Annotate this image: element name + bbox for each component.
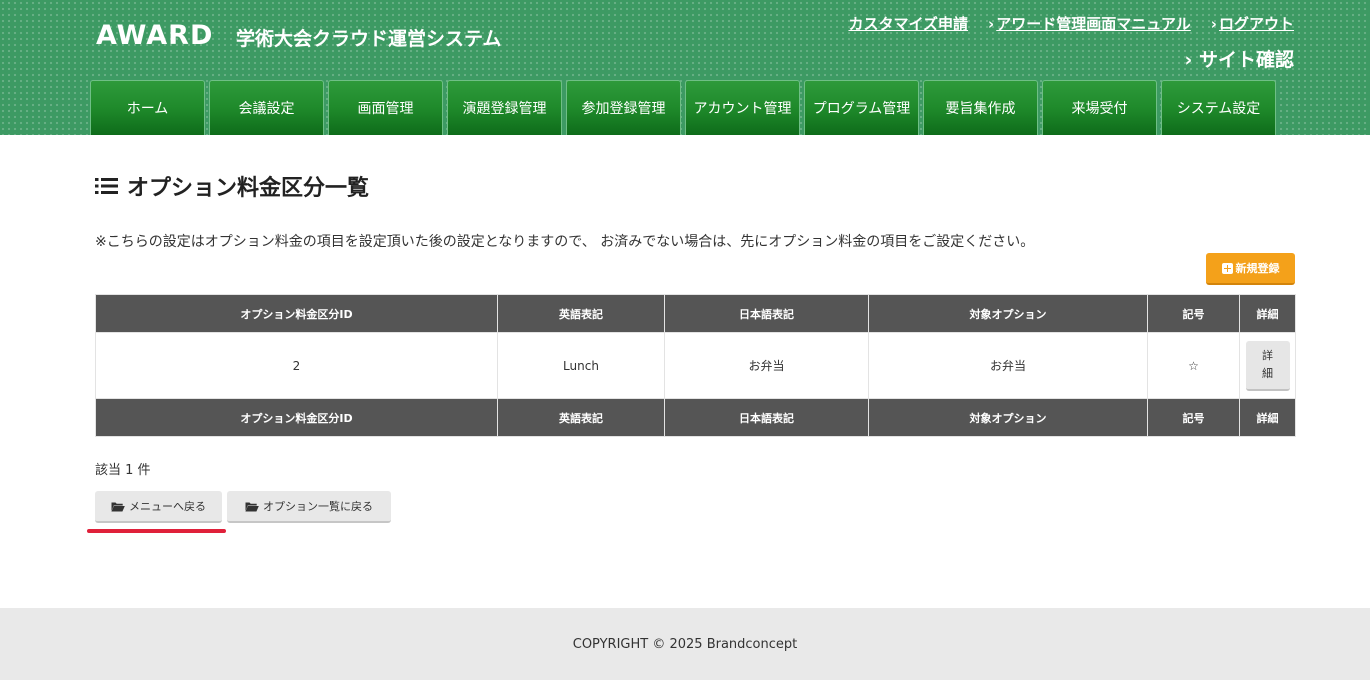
footer-cell-detail: 詳細 xyxy=(1239,398,1296,437)
manual-label: アワード管理画面マニュアル xyxy=(996,15,1191,33)
header-cell-symbol[interactable]: 記号 xyxy=(1147,294,1240,333)
system-name: 学術大会クラウド運営システム xyxy=(236,28,502,50)
site-footer: COPYRIGHT © 2025 Brandconcept xyxy=(0,608,1370,680)
list-icon xyxy=(95,178,118,194)
nav-tab-abstract-registration[interactable]: 演題登録管理 xyxy=(447,80,562,135)
footer-cell-target-option[interactable]: 対象オプション xyxy=(868,398,1148,437)
nav-tab-account-management[interactable]: アカウント管理 xyxy=(685,80,800,135)
header-cell-target-option[interactable]: 対象オプション xyxy=(868,294,1148,333)
cell-detail: 詳 細 xyxy=(1239,332,1296,399)
customize-request-link[interactable]: カスタマイズ申請 xyxy=(846,13,968,34)
nav-tab-reception[interactable]: 来場受付 xyxy=(1042,80,1157,135)
customize-request-label: カスタマイズ申請 xyxy=(848,15,969,33)
result-count: 該当 1 件 xyxy=(95,463,151,478)
folder-open-icon xyxy=(245,502,259,511)
nav-tab-participant-registration[interactable]: 参加登録管理 xyxy=(566,80,681,135)
chevron-right-icon: › xyxy=(1184,49,1193,71)
logout-link[interactable]: › ログアウト xyxy=(1211,13,1294,34)
page-title-text: オプション料金区分一覧 xyxy=(127,176,370,201)
footer-cell-id[interactable]: オプション料金区分ID xyxy=(95,398,498,437)
back-to-option-list-button[interactable]: オプション一覧に戻る xyxy=(227,491,391,523)
award-logo[interactable]: AWARD xyxy=(96,20,213,51)
option-fee-category-table: オプション料金区分ID 英語表記 日本語表記 対象オプション 記号 詳細 2 L… xyxy=(95,294,1296,437)
logout-label: ログアウト xyxy=(1218,15,1294,33)
header-cell-english[interactable]: 英語表記 xyxy=(497,294,665,333)
folder-open-icon xyxy=(111,502,125,511)
copyright-text: COPYRIGHT © 2025 Brandconcept xyxy=(572,636,798,652)
cell-japanese: お弁当 xyxy=(664,332,869,399)
main-nav: ホーム 会議設定 画面管理 演題登録管理 参加登録管理 アカウント管理 プログラ… xyxy=(90,80,1276,135)
detail-button[interactable]: 詳 細 xyxy=(1245,340,1290,391)
footer-cell-english[interactable]: 英語表記 xyxy=(497,398,665,437)
footer-cell-symbol[interactable]: 記号 xyxy=(1147,398,1240,437)
table-row: 2 Lunch お弁当 お弁当 ☆ 詳 細 xyxy=(95,332,1296,399)
page-title: オプション料金区分一覧 xyxy=(95,170,369,202)
nav-tab-abstract-book[interactable]: 要旨集作成 xyxy=(923,80,1038,135)
site-check-label: サイト確認 xyxy=(1198,49,1294,71)
header-cell-id[interactable]: オプション料金区分ID xyxy=(95,294,498,333)
header-cell-detail: 詳細 xyxy=(1239,294,1296,333)
top-links: カスタマイズ申請 › アワード管理画面マニュアル › ログアウト xyxy=(846,13,1294,34)
back-to-menu-button[interactable]: メニューへ戻る xyxy=(95,491,222,523)
nav-tab-program-management[interactable]: プログラム管理 xyxy=(804,80,919,135)
nav-tab-screen-management[interactable]: 画面管理 xyxy=(328,80,443,135)
back-to-option-list-label: オプション一覧に戻る xyxy=(263,500,373,513)
plus-square-icon xyxy=(1221,262,1233,274)
new-register-button[interactable]: 新規登録 xyxy=(1206,253,1295,285)
site-check-link[interactable]: › サイト確認 xyxy=(1185,45,1294,72)
cell-english: Lunch xyxy=(497,332,665,399)
chevron-right-icon: › xyxy=(988,15,995,33)
cell-id: 2 xyxy=(95,332,498,399)
highlight-underline xyxy=(87,529,226,533)
new-register-label: 新規登録 xyxy=(1235,262,1280,275)
header-cell-japanese[interactable]: 日本語表記 xyxy=(664,294,869,333)
back-to-menu-label: メニューへ戻る xyxy=(129,500,206,513)
nav-tab-system-settings[interactable]: システム設定 xyxy=(1161,80,1276,135)
site-header: AWARD 学術大会クラウド運営システム カスタマイズ申請 › アワード管理画面マ… xyxy=(0,0,1370,135)
notice-text: ※こちらの設定はオプション料金の項目を設定頂いた後の設定となりますので、 お済み… xyxy=(95,234,1035,250)
cell-symbol: ☆ xyxy=(1147,332,1240,399)
nav-tab-home[interactable]: ホーム xyxy=(90,80,205,135)
table-header-row: オプション料金区分ID 英語表記 日本語表記 対象オプション 記号 詳細 xyxy=(95,294,1296,333)
table-footer-row: オプション料金区分ID 英語表記 日本語表記 対象オプション 記号 詳細 xyxy=(95,398,1296,437)
nav-tab-conference-settings[interactable]: 会議設定 xyxy=(209,80,324,135)
manual-link[interactable]: › アワード管理画面マニュアル xyxy=(988,13,1191,34)
cell-target-option: お弁当 xyxy=(868,332,1148,399)
footer-cell-japanese[interactable]: 日本語表記 xyxy=(664,398,869,437)
chevron-right-icon: › xyxy=(1210,15,1217,33)
